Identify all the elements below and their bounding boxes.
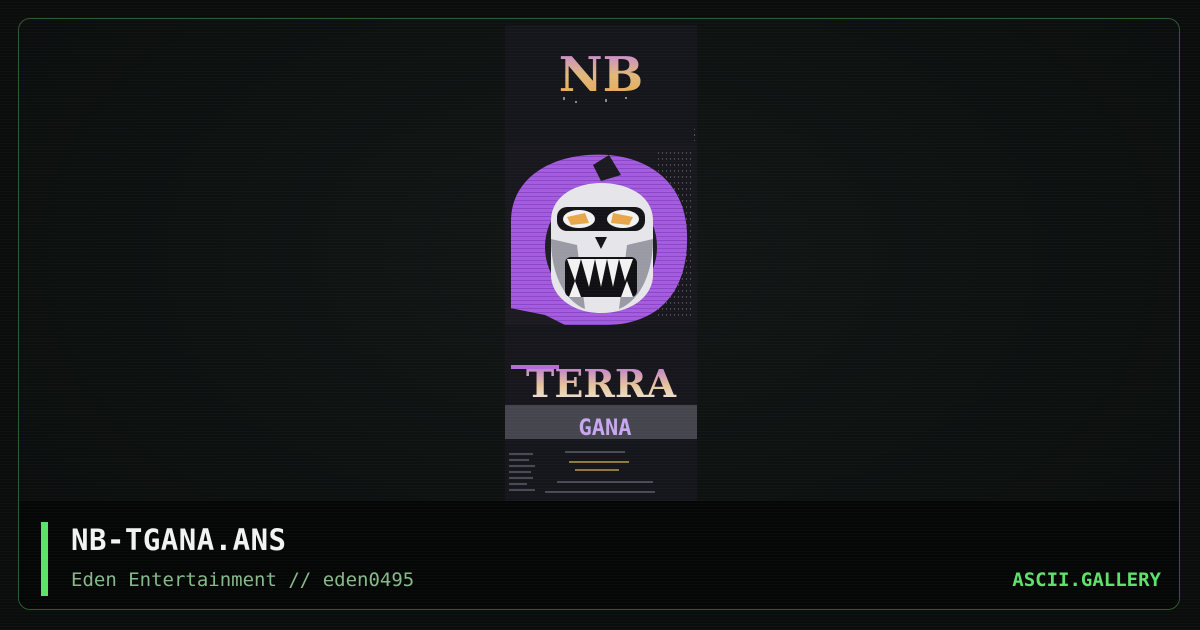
ansi-artwork-preview[interactable]: NB TERRA GANA (505, 25, 697, 501)
credit-separator: // (288, 569, 312, 591)
artwork-title[interactable]: NB-TGANA.ANS (71, 523, 287, 557)
skull-icon (505, 154, 688, 327)
ansi-artwork-image: NB TERRA GANA (505, 47, 697, 493)
card-frame: NB TERRA GANA NB-TGANA.ANS Eden Entertai… (18, 18, 1180, 610)
terra-gana-logo: TERRA GANA (505, 333, 697, 443)
og-card: NB TERRA GANA NB-TGANA.ANS Eden Entertai… (0, 0, 1200, 630)
artwork-credit: Eden Entertainment // eden0495 (71, 569, 414, 591)
site-brand-link[interactable]: ASCII.GALLERY (1012, 569, 1161, 591)
ansi-info-text (509, 451, 655, 493)
nb-logo-text: NB (559, 47, 643, 103)
author-name[interactable]: eden0495 (323, 569, 415, 591)
group-name[interactable]: Eden Entertainment (71, 569, 277, 591)
accent-bar (41, 522, 48, 596)
info-bar: NB-TGANA.ANS Eden Entertainment // eden0… (19, 501, 1179, 609)
nb-logo: NB (559, 47, 643, 103)
gana-logo-text: GANA (579, 416, 632, 441)
